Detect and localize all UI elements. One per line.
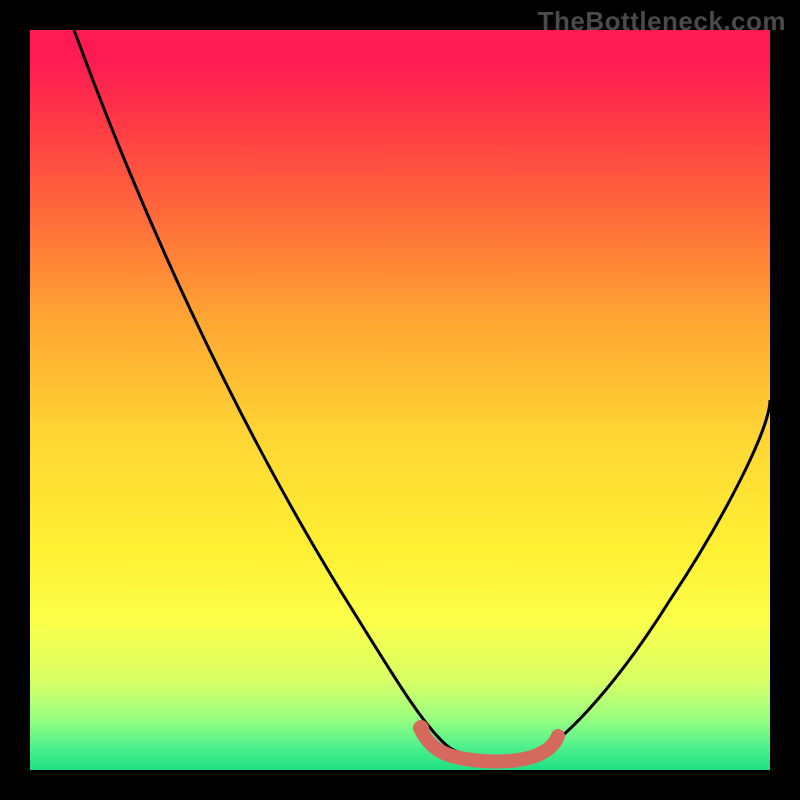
marker-start-dot [413, 720, 429, 736]
watermark-text: TheBottleneck.com [538, 6, 786, 37]
curve-overlay [30, 30, 770, 770]
plot-area [30, 30, 770, 770]
chart-frame: TheBottleneck.com [0, 0, 800, 800]
optimal-zone-marker [422, 732, 558, 762]
bottleneck-curve [74, 30, 770, 759]
